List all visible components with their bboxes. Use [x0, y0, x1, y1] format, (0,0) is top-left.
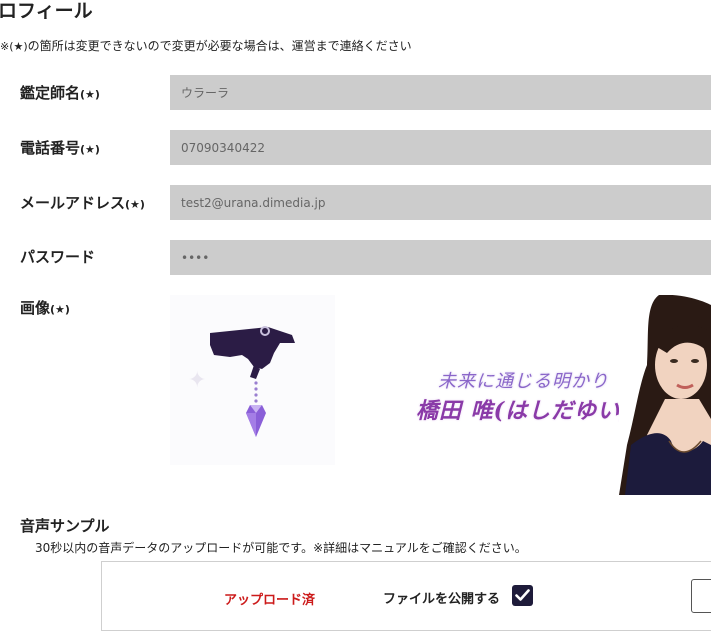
file-select-button[interactable] [691, 579, 711, 613]
field-label-image: 画像(★) [20, 297, 70, 318]
reader-name-input[interactable] [170, 75, 711, 110]
banner-tagline: 未来に通じる明かり [438, 371, 609, 392]
password-input[interactable] [170, 240, 711, 275]
required-star: (★) [125, 198, 145, 211]
publish-file-checkbox[interactable] [512, 585, 533, 606]
checkmark-icon [515, 589, 530, 601]
page-title: ロフィール [0, 0, 93, 22]
logo-area: ✦ [170, 295, 335, 465]
voice-sample-description: 30秒以内の音声データのアップロードが可能です。※詳細はマニュアルをご確認くださ… [35, 541, 527, 555]
notice-text: ※(★)の箇所は変更できないので変更が必要な場合は、運営まで連絡ください [0, 37, 412, 54]
field-label-password: パスワード [20, 246, 95, 267]
upload-status: アップロード済 [224, 593, 316, 608]
hand-crystal-pendulum-icon: ✦ [188, 326, 295, 437]
svg-text:✦: ✦ [188, 368, 206, 393]
voice-sample-title: 音声サンプル [20, 517, 110, 535]
phone-input[interactable] [170, 130, 711, 165]
email-input[interactable] [170, 185, 711, 220]
notice-body: の箇所は変更できないので変更が必要な場合は、運営まで連絡ください [27, 39, 412, 53]
required-star: (★) [80, 143, 100, 156]
field-label-text: 鑑定師名 [20, 84, 81, 102]
publish-file-label: ファイルを公開する [383, 592, 501, 607]
portrait-photo [619, 295, 711, 495]
field-label-phone: 電話番号(★) [20, 137, 100, 158]
field-label-text: 画像 [20, 299, 51, 317]
field-label-text: パスワード [20, 248, 96, 266]
required-star: (★) [80, 88, 100, 101]
field-label-email: メールアドレス(★) [20, 192, 145, 213]
banner-name: 橋田 唯(はしだゆい) [416, 398, 632, 424]
notice-star: ※(★) [0, 40, 28, 53]
required-star: (★) [50, 303, 70, 316]
profile-banner-image[interactable]: ✦ 未来に通じる明かり 橋田 唯(はしだゆい) [170, 295, 711, 495]
field-label-text: 電話番号 [20, 139, 81, 157]
field-label-reader-name: 鑑定師名(★) [20, 82, 100, 103]
field-label-text: メールアドレス [20, 194, 126, 212]
